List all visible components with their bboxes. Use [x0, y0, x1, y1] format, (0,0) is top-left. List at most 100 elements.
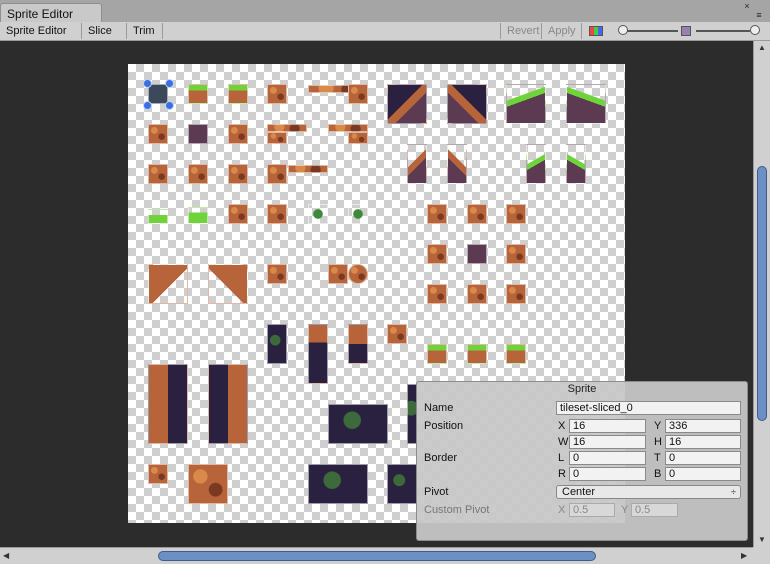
sprite-tile[interactable]	[348, 324, 368, 364]
sprite-tile[interactable]	[447, 84, 487, 124]
sprite-tile[interactable]	[427, 204, 447, 224]
close-icon[interactable]: ×	[740, 2, 754, 11]
sprite-selected[interactable]	[148, 84, 168, 104]
sprite-tile[interactable]	[348, 264, 368, 284]
sprite-tile[interactable]	[148, 364, 188, 444]
custom-pivot-y-label: Y	[621, 504, 629, 516]
sprite-tile[interactable]	[328, 124, 368, 132]
selection-handle[interactable]	[143, 101, 152, 110]
sprite-tile[interactable]	[228, 164, 248, 184]
sprite-tile[interactable]	[387, 84, 427, 124]
apply-button[interactable]: Apply	[542, 23, 582, 39]
trim-button[interactable]: Trim	[127, 23, 163, 39]
sprite-tile[interactable]	[228, 204, 248, 224]
color-channel-icon[interactable]	[589, 26, 603, 36]
sprite-tile[interactable]	[208, 364, 248, 444]
sprite-tile[interactable]	[148, 464, 168, 484]
sprite-tile[interactable]	[267, 164, 287, 184]
sprite-tile[interactable]	[228, 124, 248, 144]
sprite-tile[interactable]	[427, 284, 447, 304]
x-label: X	[558, 420, 566, 432]
vertical-scroll-thumb[interactable]	[757, 166, 767, 421]
sprite-tile[interactable]	[148, 209, 168, 224]
sprite-editor-dropdown[interactable]: Sprite Editor ÷	[0, 23, 82, 53]
vertical-scrollbar[interactable]: ▲ ▼	[753, 41, 770, 547]
sprite-tile[interactable]	[506, 204, 526, 224]
scroll-down-icon[interactable]: ▼	[758, 535, 766, 544]
border-top-field[interactable]: 0	[665, 451, 741, 465]
menu-icon[interactable]: ≡	[752, 11, 766, 20]
sprite-tile[interactable]	[506, 344, 526, 364]
scroll-up-icon[interactable]: ▲	[758, 43, 766, 52]
height-field[interactable]: 16	[665, 435, 741, 449]
slice-dropdown[interactable]: Slice ÷	[82, 23, 127, 53]
sprite-tile[interactable]	[447, 144, 467, 184]
border-bottom-field[interactable]: 0	[665, 467, 741, 481]
position-x-field[interactable]: 16	[569, 419, 646, 433]
sprite-tile[interactable]	[188, 464, 228, 504]
sprite-tile[interactable]	[228, 84, 248, 104]
sprite-tile[interactable]	[148, 164, 168, 184]
mip-slider[interactable]	[696, 30, 750, 32]
sprite-tile[interactable]	[288, 165, 328, 173]
scroll-left-icon[interactable]: ◀	[3, 551, 9, 560]
sprite-tile[interactable]	[308, 324, 328, 384]
sprite-tile[interactable]	[427, 244, 447, 264]
revert-button[interactable]: Revert	[500, 23, 542, 39]
border-right-field[interactable]: 0	[569, 467, 646, 481]
sprite-tile[interactable]	[188, 207, 208, 224]
sprite-tile[interactable]	[267, 84, 287, 104]
sprite-tile[interactable]	[148, 124, 168, 144]
sprite-tile[interactable]	[427, 344, 447, 364]
sprite-tile[interactable]	[407, 144, 427, 184]
position-y-field[interactable]: 336	[665, 419, 741, 433]
sprite-tile[interactable]	[148, 264, 188, 304]
sprite-tile[interactable]	[308, 464, 368, 504]
custom-pivot-y-field[interactable]: 0.5	[631, 503, 678, 517]
sprite-tile[interactable]	[267, 204, 287, 224]
sprite-tile[interactable]	[328, 264, 348, 284]
width-field[interactable]: 16	[569, 435, 646, 449]
sprite-tile[interactable]	[387, 464, 417, 504]
name-field[interactable]: tileset-sliced_0	[556, 401, 741, 415]
selection-handle[interactable]	[165, 79, 174, 88]
sprite-tile[interactable]	[267, 324, 287, 364]
sprite-tile[interactable]	[348, 204, 368, 224]
sprite-viewport[interactable]: Sprite Name tileset-sliced_0 Position X …	[0, 41, 753, 547]
sprite-tile[interactable]	[526, 144, 546, 184]
sprite-tile[interactable]	[308, 204, 328, 224]
selection-handle[interactable]	[143, 79, 152, 88]
sprite-tile[interactable]	[506, 244, 526, 264]
zoom-slider[interactable]	[620, 30, 678, 32]
sprite-tile[interactable]	[566, 84, 606, 124]
zoom-slider-knob[interactable]	[618, 25, 628, 35]
sprite-tile[interactable]	[387, 324, 407, 344]
border-left-field[interactable]: 0	[569, 451, 646, 465]
horizontal-scrollbar[interactable]: ◀ ▶	[0, 547, 753, 564]
sprite-tile[interactable]	[566, 144, 586, 184]
tab-bar: Sprite Editor × ≡	[0, 0, 770, 23]
sprite-tile[interactable]	[328, 404, 388, 444]
horizontal-scroll-thumb[interactable]	[158, 551, 596, 561]
scroll-right-icon[interactable]: ▶	[741, 551, 747, 560]
sprite-tile[interactable]	[348, 132, 368, 144]
sprite-tile[interactable]	[506, 84, 546, 124]
sprite-tile[interactable]	[467, 284, 487, 304]
sprite-tile[interactable]	[208, 264, 248, 304]
selection-handle[interactable]	[165, 101, 174, 110]
custom-pivot-x-field[interactable]: 0.5	[569, 503, 615, 517]
sprite-tile[interactable]	[467, 204, 487, 224]
sprite-tile[interactable]	[267, 264, 287, 284]
sprite-tile[interactable]	[348, 84, 368, 104]
sprite-tile[interactable]	[267, 124, 307, 132]
sprite-tile[interactable]	[506, 284, 526, 304]
sprite-tile[interactable]	[188, 164, 208, 184]
tab-sprite-editor[interactable]: Sprite Editor	[0, 3, 102, 22]
sprite-tile[interactable]	[188, 124, 208, 144]
sprite-tile[interactable]	[467, 244, 487, 264]
sprite-tile[interactable]	[267, 132, 287, 144]
sprite-tile[interactable]	[188, 84, 208, 104]
sprite-tile[interactable]	[467, 344, 487, 364]
pivot-dropdown[interactable]: Center ÷	[556, 485, 741, 499]
mip-slider-knob[interactable]	[750, 25, 760, 35]
